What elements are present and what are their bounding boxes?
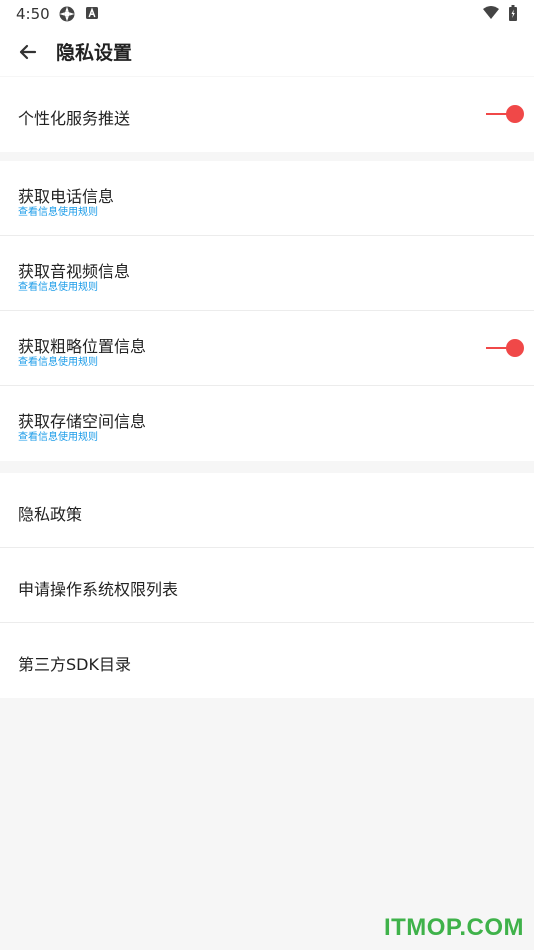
wifi-icon — [482, 5, 500, 25]
permissions-section: 获取电话信息 查看信息使用规则 获取音视频信息 查看信息使用规则 获取粗略位置信… — [0, 161, 534, 461]
storage-info-row[interactable]: 获取存储空间信息 查看信息使用规则 — [0, 386, 534, 461]
settings-cog-icon — [58, 5, 76, 27]
av-info-row[interactable]: 获取音视频信息 查看信息使用规则 — [0, 236, 534, 311]
phone-info-rules-link[interactable]: 查看信息使用规则 — [18, 203, 98, 218]
status-time: 4:50 — [16, 5, 50, 23]
privacy-policy-row[interactable]: 隐私政策 — [0, 473, 534, 548]
page-title: 隐私设置 — [56, 42, 133, 64]
third-party-sdk-label: 第三方SDK目录 — [18, 655, 131, 674]
toggle-thumb — [506, 339, 524, 357]
battery-icon — [508, 5, 518, 25]
status-bar: 4:50 — [0, 0, 534, 28]
status-left-icons — [58, 5, 100, 27]
watermark-logo: ITMOP.COM — [383, 914, 524, 941]
policies-section: 隐私政策 申请操作系统权限列表 第三方SDK目录 — [0, 473, 534, 698]
privacy-policy-label: 隐私政策 — [18, 505, 83, 524]
back-arrow-icon[interactable] — [14, 38, 42, 66]
location-info-toggle[interactable] — [484, 338, 526, 358]
os-permissions-list-label: 申请操作系统权限列表 — [18, 580, 179, 599]
location-info-row[interactable]: 获取粗略位置信息 查看信息使用规则 — [0, 311, 534, 386]
toggle-thumb — [506, 105, 524, 123]
personalized-push-label: 个性化服务推送 — [18, 109, 131, 128]
personalization-section: 个性化服务推送 — [0, 77, 534, 152]
os-permissions-list-row[interactable]: 申请操作系统权限列表 — [0, 548, 534, 623]
storage-info-rules-link[interactable]: 查看信息使用规则 — [18, 428, 98, 443]
a-badge-icon — [84, 5, 100, 27]
third-party-sdk-row[interactable]: 第三方SDK目录 — [0, 623, 534, 698]
status-right-icons — [482, 5, 518, 25]
location-info-rules-link[interactable]: 查看信息使用规则 — [18, 353, 98, 368]
personalized-push-toggle[interactable] — [484, 104, 526, 124]
phone-info-row[interactable]: 获取电话信息 查看信息使用规则 — [0, 161, 534, 236]
personalized-push-row: 个性化服务推送 — [0, 77, 534, 152]
app-bar: 隐私设置 — [0, 28, 534, 76]
av-info-rules-link[interactable]: 查看信息使用规则 — [18, 278, 98, 293]
